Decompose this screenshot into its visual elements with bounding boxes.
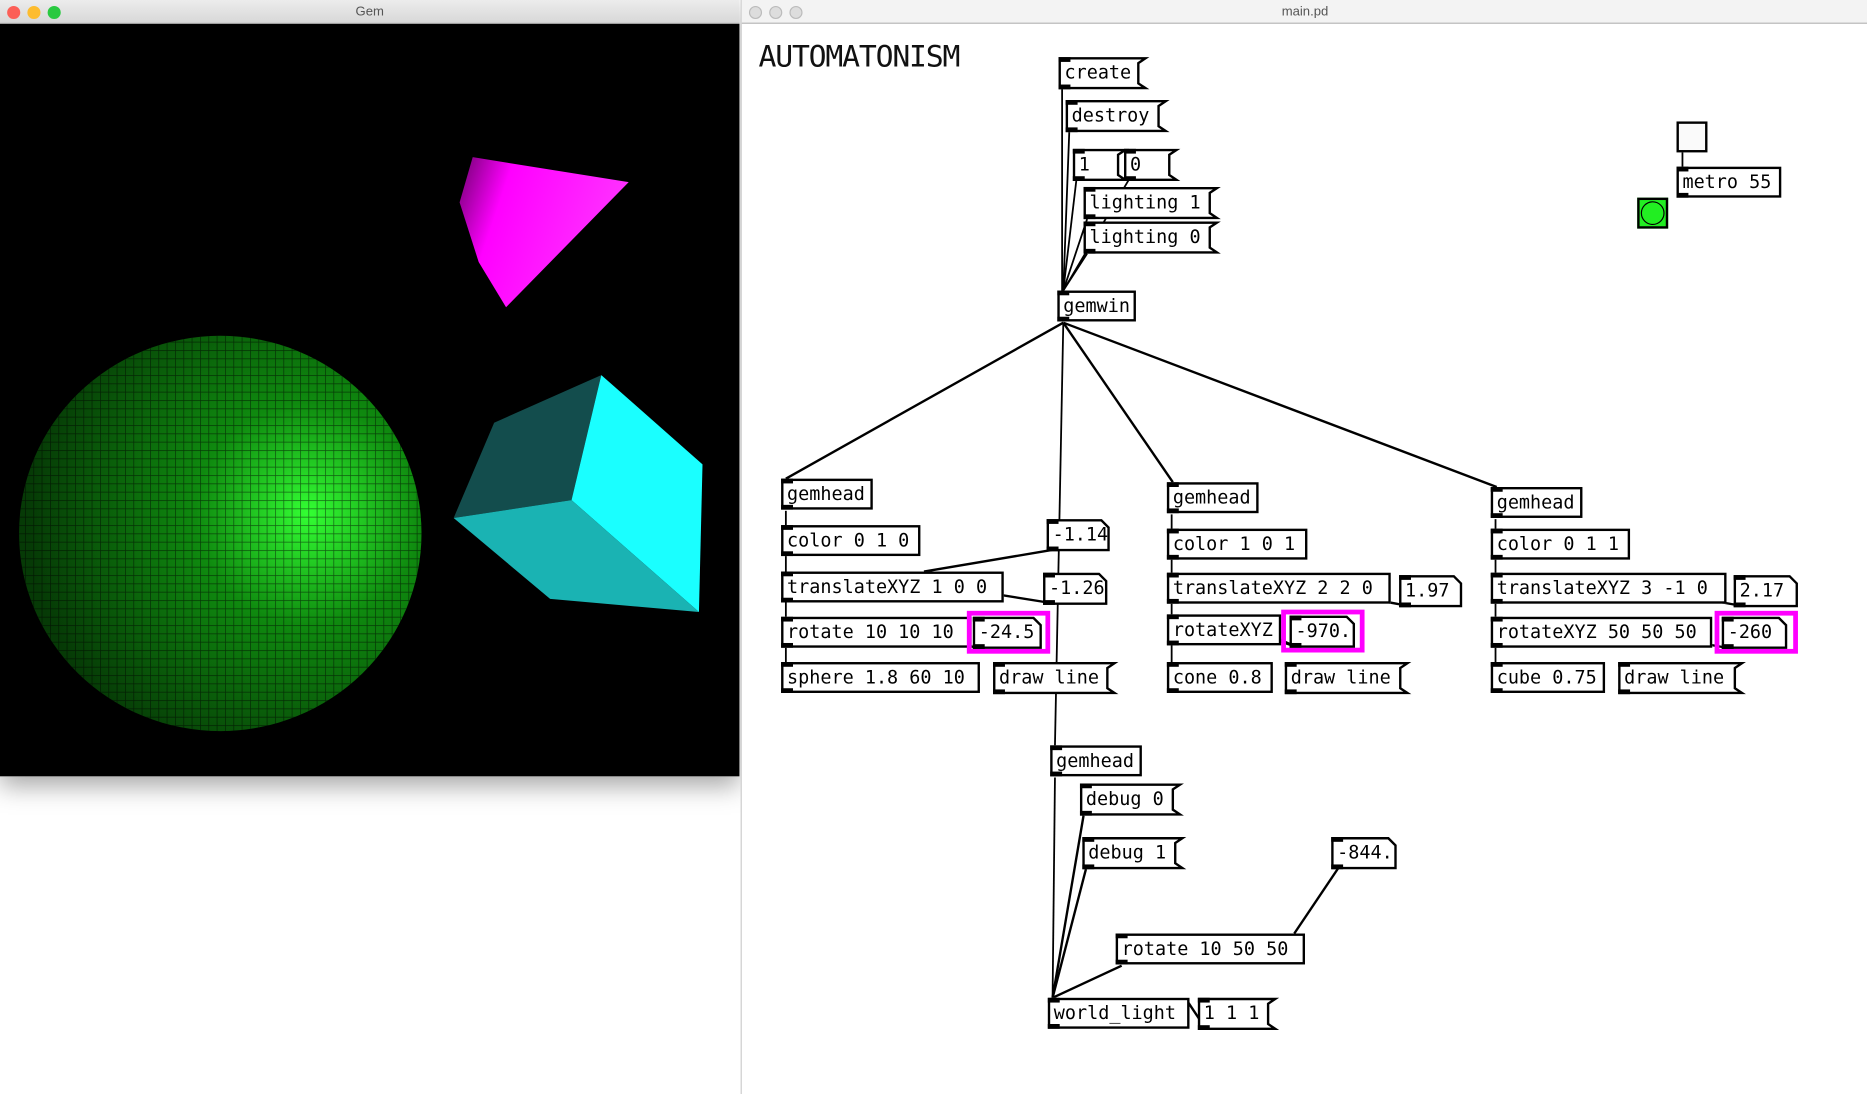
object-translatexyz[interactable]: translateXYZ 1 0 0	[781, 571, 1004, 603]
message-destroy[interactable]: destroy	[1065, 100, 1170, 133]
object-sphere[interactable]: sphere 1.8 60 10	[781, 662, 980, 693]
message-0[interactable]: 0	[1124, 148, 1181, 181]
object-rotatexyz[interactable]: rotateXYZ 50 50 50	[1490, 616, 1713, 648]
object-cone[interactable]: cone 0.8	[1166, 662, 1273, 693]
object-translatexyz[interactable]: translateXYZ 3 -1 0	[1490, 572, 1727, 604]
toggle[interactable]	[1676, 121, 1708, 153]
object-gemhead[interactable]: gemhead	[1490, 486, 1583, 518]
number-box[interactable]: -260	[1721, 616, 1788, 649]
number-box[interactable]: -24.5	[972, 616, 1042, 649]
message-debug-1[interactable]: debug 1	[1082, 837, 1187, 870]
object-color[interactable]: color 0 1 0	[781, 525, 921, 557]
number-box[interactable]: -844.	[1331, 837, 1397, 870]
message-1-1-1[interactable]: 1 1 1	[1197, 997, 1280, 1030]
message-lighting-1[interactable]: lighting 1	[1083, 186, 1221, 220]
object-cube[interactable]: cube 0.75	[1490, 662, 1606, 693]
message-draw-line[interactable]: draw line	[1284, 662, 1412, 695]
object-translatexyz[interactable]: translateXYZ 2 2 0	[1166, 572, 1391, 604]
message-1[interactable]: 1	[1072, 148, 1130, 181]
number-box[interactable]: -970.	[1289, 615, 1356, 648]
object-rotate[interactable]: rotate 10 10 10	[781, 616, 972, 648]
object-gemhead[interactable]: gemhead	[1166, 482, 1259, 514]
message-create[interactable]: create	[1058, 57, 1150, 90]
object-gemhead[interactable]: gemhead	[1050, 745, 1142, 777]
comment-automatonism: AUTOMATONISM	[758, 39, 960, 74]
bang[interactable]	[1637, 197, 1669, 229]
object-color[interactable]: color 0 1 1	[1490, 528, 1631, 560]
number-box[interactable]: 1.97	[1399, 575, 1463, 608]
object-gemhead[interactable]: gemhead	[781, 478, 873, 510]
object-gemwin[interactable]: gemwin	[1057, 290, 1136, 322]
object-metro[interactable]: metro 55	[1676, 166, 1782, 198]
object-rotatexyz[interactable]: rotateXYZ	[1166, 614, 1282, 646]
message-lighting-0[interactable]: lighting 0	[1083, 221, 1221, 254]
message-debug-0[interactable]: debug 0	[1079, 783, 1184, 816]
number-box[interactable]: 2.17	[1733, 575, 1798, 608]
object-rotate[interactable]: rotate 10 50 50	[1115, 933, 1306, 965]
number-box[interactable]: -1.26	[1043, 572, 1108, 605]
object-world-light[interactable]: world_light	[1047, 997, 1190, 1029]
message-draw-line[interactable]: draw line	[1618, 662, 1746, 695]
number-box[interactable]: -1.14	[1046, 519, 1110, 552]
object-color[interactable]: color 1 0 1	[1166, 528, 1308, 560]
message-draw-line[interactable]: draw line	[993, 662, 1119, 695]
